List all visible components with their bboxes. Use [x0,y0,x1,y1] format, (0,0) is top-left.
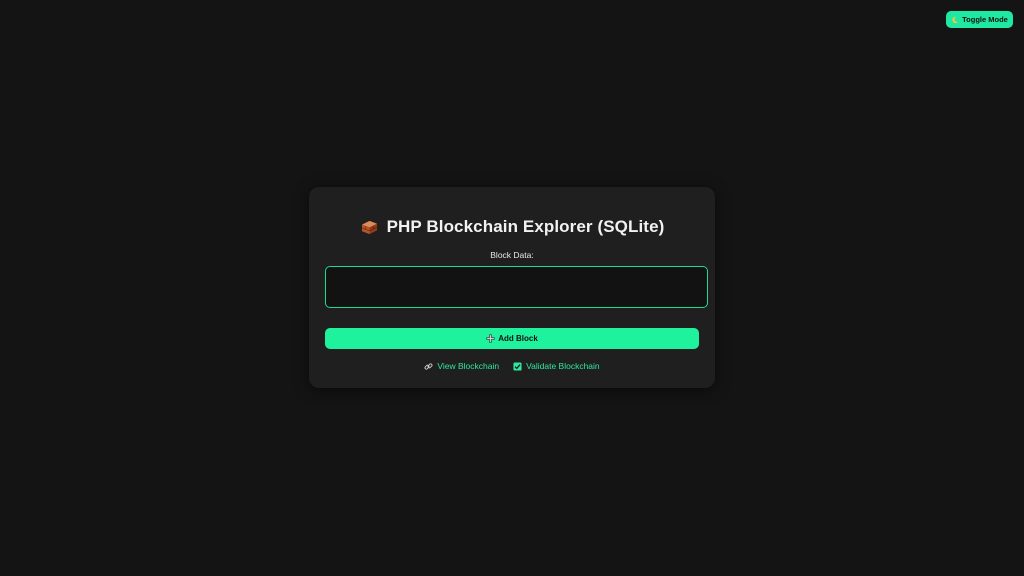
toggle-mode-button[interactable]: Toggle Mode [946,11,1013,28]
links-row: View Blockchain Validate Blockchain [309,361,715,371]
block-data-label: Block Data: [490,250,534,260]
view-blockchain-label: View Blockchain [437,361,500,371]
validate-blockchain-label: Validate Blockchain [526,361,600,371]
validate-blockchain-link[interactable]: Validate Blockchain [513,361,600,371]
plus-icon [486,334,495,343]
add-block-label: Add Block [498,334,538,343]
title-row: PHP Blockchain Explorer (SQLite) [309,217,715,237]
check-icon [513,361,522,371]
block-data-input[interactable] [325,266,708,308]
brick-icon [361,220,377,234]
link-icon [424,362,433,370]
page-title: PHP Blockchain Explorer (SQLite) [386,217,665,236]
toggle-mode-label: Toggle Mode [962,15,1008,24]
view-blockchain-link[interactable]: View Blockchain [424,361,499,371]
moon-icon [952,16,959,23]
add-block-button[interactable]: Add Block [325,328,699,349]
page: Toggle Mode PHP Blockchain Explorer (SQL… [0,0,1024,576]
